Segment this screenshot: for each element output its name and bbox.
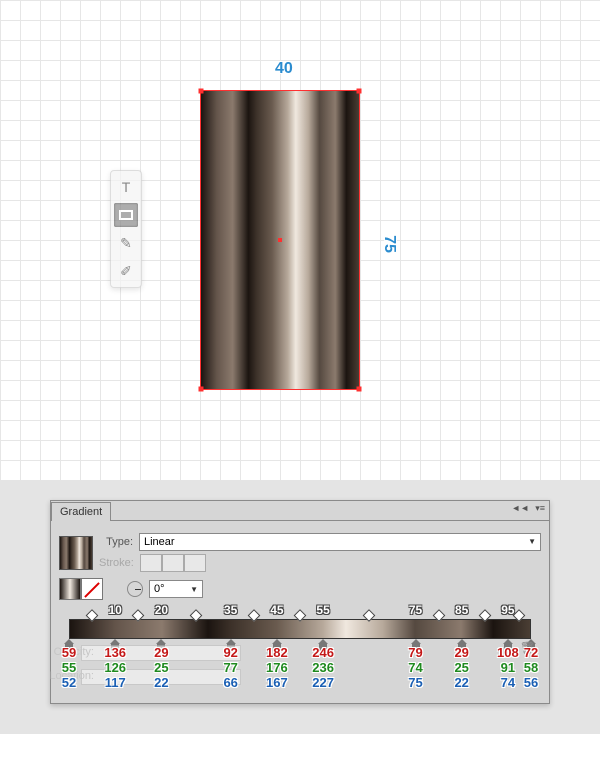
brush-tool[interactable]: ✎ (114, 231, 138, 255)
rectangle-icon (119, 210, 133, 220)
gradient-preview-swatch[interactable] (59, 536, 93, 570)
stroke-label: Stroke: (99, 557, 134, 569)
tools-toolbar: T ✎ ✐ (110, 170, 142, 288)
r-value: 29 (154, 645, 168, 660)
eyedropper-tool[interactable]: ✐ (114, 259, 138, 283)
r-value: 246 (312, 645, 334, 660)
b-value: 74 (497, 675, 519, 690)
g-value: 91 (497, 660, 519, 675)
position-label: 20 (155, 603, 168, 617)
type-value: Linear (144, 534, 175, 550)
type-dropdown[interactable]: Linear ▼ (139, 533, 541, 551)
panel-menu-icon[interactable]: ▾≡ (535, 503, 545, 514)
none-swatch[interactable] (81, 578, 103, 600)
width-dimension-label: 40 (275, 60, 293, 78)
r-value: 59 (62, 645, 76, 660)
selection-handle-bl[interactable] (199, 387, 204, 392)
rgb-column: 1089174 (497, 645, 519, 690)
r-value: 79 (408, 645, 422, 660)
b-value: 22 (454, 675, 468, 690)
b-value: 167 (266, 675, 288, 690)
stroke-alignment-group (140, 554, 206, 572)
position-label: 35 (224, 603, 237, 617)
b-value: 75 (408, 675, 422, 690)
rgb-column: 246236227 (312, 645, 334, 690)
angle-icon (127, 581, 143, 597)
angle-value: 0° (154, 583, 165, 595)
rgb-column: 797475 (408, 645, 422, 690)
chevron-down-icon: ▼ (528, 534, 536, 550)
b-value: 52 (62, 675, 76, 690)
canvas[interactable]: 40 75 T ✎ ✐ (0, 0, 600, 480)
position-label: 55 (316, 603, 329, 617)
panel-collapse-icon[interactable]: ◄◄ (511, 503, 529, 514)
rgb-column: 927766 (223, 645, 237, 690)
tab-gradient[interactable]: Gradient (51, 502, 111, 521)
stroke-seg-1[interactable] (140, 554, 162, 572)
height-dimension-label: 75 (380, 235, 398, 253)
position-label: 10 (109, 603, 122, 617)
g-value: 74 (408, 660, 422, 675)
rgb-column: 292522 (454, 645, 468, 690)
gradient-slider[interactable]: 🗑 (69, 619, 531, 639)
selection-handle-tl[interactable] (199, 89, 204, 94)
g-value: 126 (104, 660, 126, 675)
rgb-column: 725856 (524, 645, 538, 690)
selection-handle-tr[interactable] (357, 89, 362, 94)
selected-rectangle-shape[interactable] (200, 90, 360, 390)
selection-handle-br[interactable] (357, 387, 362, 392)
chevron-down-icon: ▼ (190, 585, 198, 594)
b-value: 66 (223, 675, 237, 690)
g-value: 25 (154, 660, 168, 675)
selection-center (278, 238, 282, 242)
rgb-values-grid: Opacity: Location: 595552136126117292522… (69, 645, 531, 693)
r-value: 72 (524, 645, 538, 660)
b-value: 227 (312, 675, 334, 690)
gradient-ramp[interactable] (69, 619, 531, 639)
r-value: 108 (497, 645, 519, 660)
fill-swatch[interactable] (59, 578, 81, 600)
angle-input[interactable]: 0° ▼ (149, 580, 203, 598)
rectangle-tool[interactable] (114, 203, 138, 227)
rgb-column: 292522 (154, 645, 168, 690)
b-value: 56 (524, 675, 538, 690)
g-value: 236 (312, 660, 334, 675)
position-label: 75 (409, 603, 422, 617)
position-label: 85 (455, 603, 468, 617)
r-value: 92 (223, 645, 237, 660)
g-value: 55 (62, 660, 76, 675)
g-value: 58 (524, 660, 538, 675)
rgb-column: 595552 (62, 645, 76, 690)
g-value: 25 (454, 660, 468, 675)
r-value: 182 (266, 645, 288, 660)
stroke-seg-3[interactable] (184, 554, 206, 572)
r-value: 29 (454, 645, 468, 660)
stroke-seg-2[interactable] (162, 554, 184, 572)
position-label: 45 (270, 603, 283, 617)
rgb-column: 182176167 (266, 645, 288, 690)
g-value: 176 (266, 660, 288, 675)
b-value: 22 (154, 675, 168, 690)
g-value: 77 (223, 660, 237, 675)
rgb-column: 136126117 (104, 645, 126, 690)
b-value: 117 (104, 675, 126, 690)
type-label: Type: (99, 536, 133, 548)
gradient-panel: ◄◄ ▾≡ Gradient Type: Linear ▼ St (50, 500, 550, 704)
r-value: 136 (104, 645, 126, 660)
type-tool[interactable]: T (114, 175, 138, 199)
